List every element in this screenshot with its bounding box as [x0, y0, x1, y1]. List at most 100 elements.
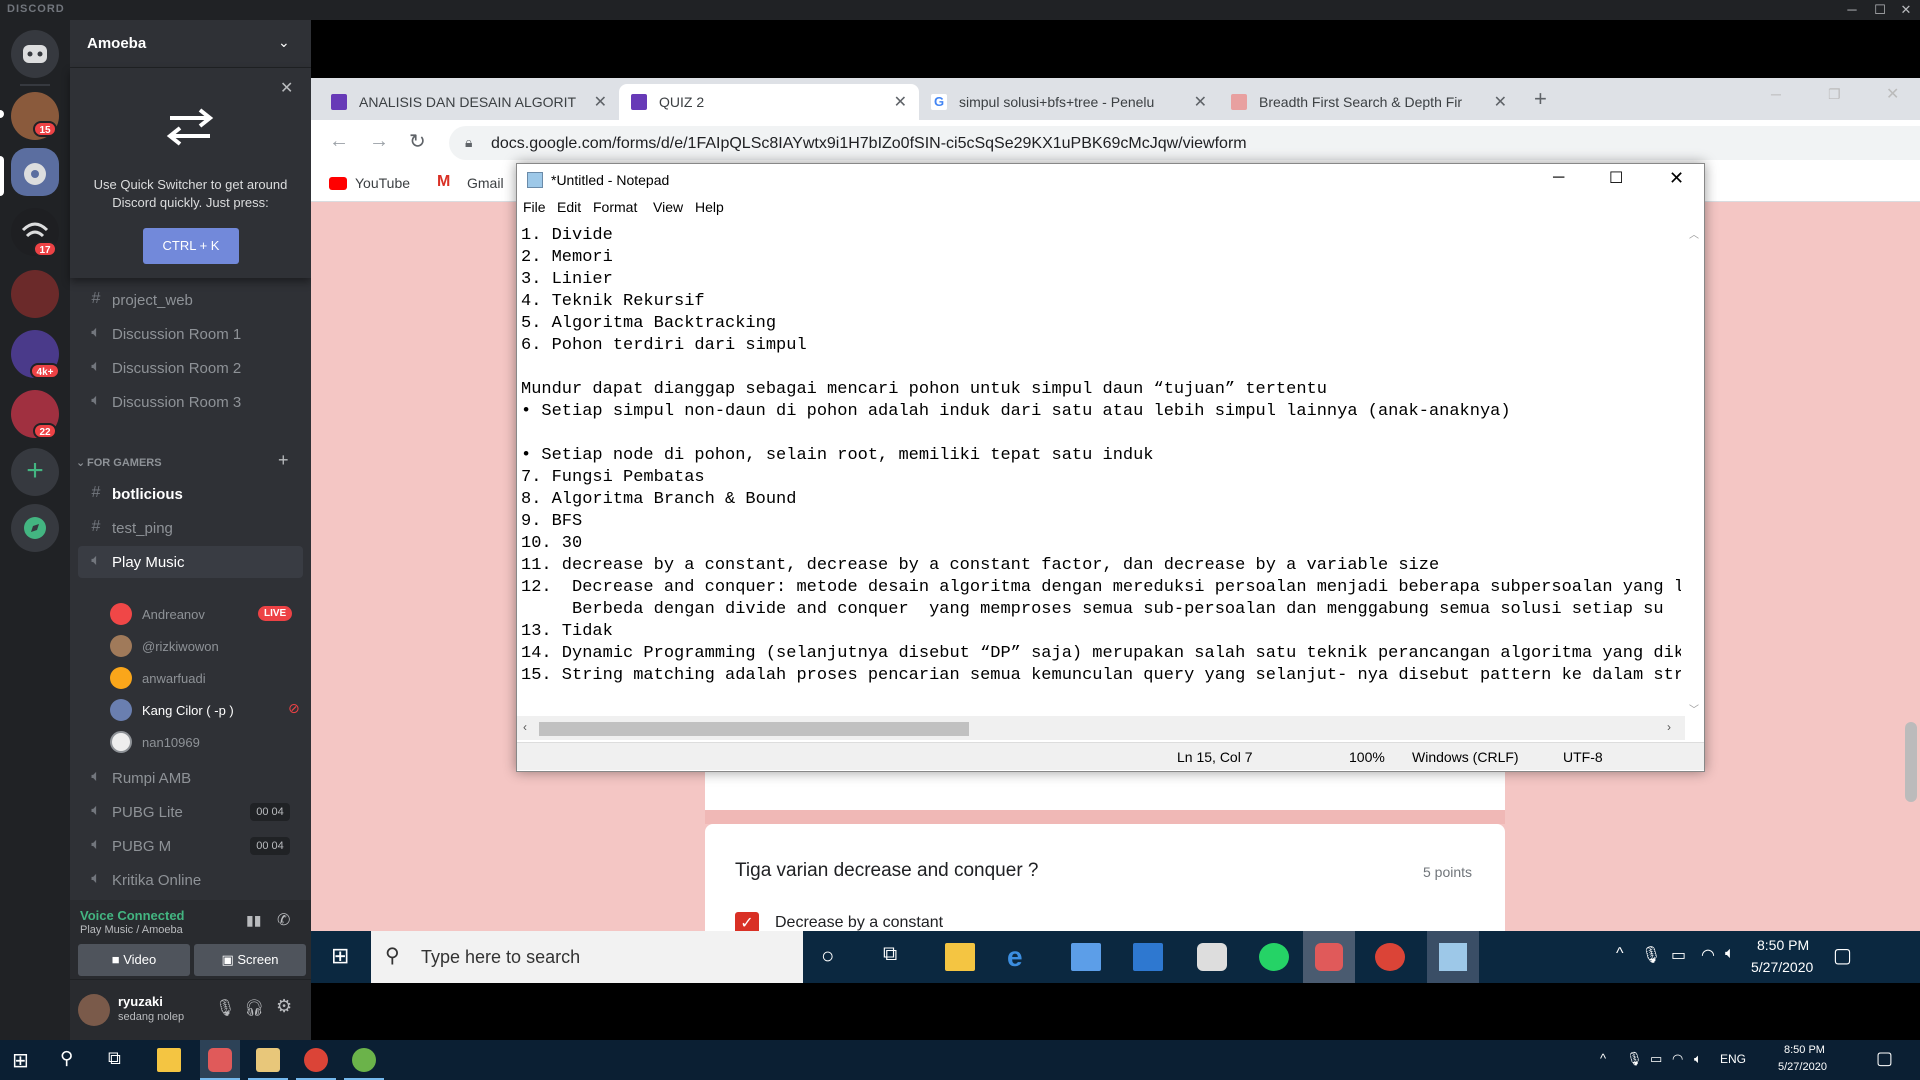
minimize-button[interactable]: ─ [1838, 0, 1866, 20]
taskbar-chrome[interactable] [296, 1040, 336, 1080]
volume-icon[interactable]: 🔈︎ [1694, 1051, 1702, 1067]
tray-chevron-icon[interactable]: ^ [1600, 1051, 1606, 1066]
voice-user[interactable]: Kang Cilor ( -p ) ⊘ [110, 696, 300, 724]
category-label[interactable]: FOR GAMERS [87, 457, 162, 469]
bookmark-gmail[interactable]: Gmail [467, 175, 504, 191]
channel-botlicious[interactable]: # botlicious [78, 478, 303, 510]
network-icon[interactable]: ◠ [1672, 1051, 1683, 1067]
server-header[interactable]: Amoeba ⌄ [70, 20, 311, 68]
disconnect-icon[interactable]: ✆ [277, 910, 290, 930]
reload-icon[interactable]: ↻ [409, 129, 426, 154]
bookmark-youtube[interactable]: YouTube [355, 175, 410, 191]
tab-quiz-2[interactable]: QUIZ 2 ✕ [619, 84, 919, 120]
notepad-close-icon[interactable]: ✕ [1669, 168, 1684, 189]
headphones-icon[interactable]: 🎧︎ [244, 998, 264, 1018]
voice-user[interactable]: nan10969 [110, 728, 300, 756]
notification-icon[interactable]: ▢ [1876, 1048, 1893, 1069]
avatar[interactable] [78, 994, 110, 1026]
back-icon[interactable]: ← [329, 130, 349, 153]
add-channel-icon[interactable]: + [278, 450, 289, 471]
taskbar-active-app[interactable] [1303, 931, 1355, 983]
wifi-icon[interactable]: ◠ [1701, 945, 1715, 965]
taskbar-notepad[interactable] [1427, 931, 1479, 983]
taskbar-date[interactable]: 5/27/2020 [1778, 1061, 1827, 1073]
screen-share-button[interactable]: ▣ Screen [194, 944, 306, 976]
voice-user[interactable]: @rizkiwowon [110, 632, 300, 660]
notepad-minimize-icon[interactable]: ─ [1553, 169, 1564, 187]
store-icon[interactable] [1071, 943, 1101, 971]
microphone-icon[interactable]: 🎙︎ [215, 998, 235, 1018]
notepad-text-area[interactable]: 1. Divide 2. Memori 3. Linier 4. Teknik … [521, 226, 1681, 716]
maximize-button[interactable]: ☐ [1866, 0, 1894, 20]
taskbar-search-box[interactable]: ⚲ Type here to search [371, 931, 803, 983]
edge-icon[interactable]: e [1007, 943, 1037, 971]
video-button[interactable]: ■ Video [78, 944, 190, 976]
language-indicator[interactable]: ENG [1720, 1052, 1746, 1066]
tab-bfs-dfs[interactable]: Breadth First Search & Depth Fir ✕ [1219, 84, 1519, 120]
shortcut-button[interactable]: CTRL + K [143, 228, 239, 264]
notepad-maximize-icon[interactable]: ☐ [1609, 168, 1623, 188]
close-icon[interactable]: ✕ [280, 78, 293, 98]
tray-chevron-icon[interactable]: ^ [1616, 945, 1624, 963]
channel-project-web[interactable]: # project_web [78, 284, 303, 316]
scrollbar-thumb[interactable] [539, 722, 969, 736]
tab-google-search[interactable]: G simpul solusi+bfs+tree - Penelu ✕ [919, 84, 1219, 120]
vertical-scrollbar[interactable]: ︿ ﹀ [1685, 226, 1703, 716]
close-tab-icon[interactable]: ✕ [1494, 92, 1507, 112]
battery-icon[interactable]: ▭ [1650, 1051, 1662, 1067]
battery-icon[interactable]: ▭ [1671, 945, 1686, 965]
notepad-title-bar[interactable]: *Untitled - Notepad ─ ☐ ✕ [517, 164, 1704, 196]
gear-icon[interactable]: ⚙ [276, 996, 292, 1017]
app-icon[interactable] [1197, 943, 1227, 971]
menu-help[interactable]: Help [695, 199, 724, 215]
channel-play-music[interactable]: 🔈︎ Play Music [78, 546, 303, 578]
explore-servers-button[interactable] [11, 504, 59, 552]
whatsapp-icon[interactable] [1259, 943, 1289, 971]
task-view-icon[interactable]: ⧉ [108, 1048, 121, 1069]
notification-icon[interactable]: ▢ [1833, 943, 1852, 968]
channel-discussion-room-3[interactable]: 🔈︎ Discussion Room 3 [78, 386, 303, 418]
channel-kritika-online[interactable]: 🔈︎ Kritika Online [78, 864, 303, 896]
voice-location[interactable]: Play Music / Amoeba [80, 924, 183, 936]
window-close-icon[interactable]: ✕ [1886, 84, 1899, 104]
mic-tray-icon[interactable]: 🎙︎ [1626, 1051, 1643, 1067]
new-tab-icon[interactable]: + [1534, 86, 1547, 112]
chrome-icon[interactable] [1375, 943, 1405, 971]
taskbar-date[interactable]: 5/27/2020 [1751, 959, 1813, 975]
noise-icon[interactable]: ▮▮ [246, 912, 261, 929]
taskbar-discord[interactable] [200, 1040, 240, 1080]
mail-icon[interactable] [1133, 943, 1163, 971]
tab-analisis[interactable]: ANALISIS DAN DESAIN ALGORIT ✕ [319, 84, 619, 120]
page-scrollbar[interactable] [1905, 722, 1917, 802]
channel-rumpi-amb[interactable]: 🔈︎ Rumpi AMB [78, 762, 303, 794]
close-tab-icon[interactable]: ✕ [594, 92, 607, 112]
voice-user[interactable]: Andreanov LIVE [110, 600, 300, 628]
file-explorer-icon[interactable] [945, 943, 975, 971]
volume-icon[interactable]: 🔈︎ [1725, 945, 1735, 963]
file-explorer-icon[interactable] [157, 1048, 181, 1072]
channel-test-ping[interactable]: # test_ping [78, 512, 303, 544]
scroll-right-icon[interactable]: › [1667, 720, 1671, 734]
scroll-left-icon[interactable]: ‹ [523, 720, 527, 734]
windows-start-icon[interactable]: ⊞ [331, 943, 349, 969]
close-tab-icon[interactable]: ✕ [1194, 92, 1207, 112]
guild-icon[interactable] [11, 270, 59, 318]
taskbar-app[interactable] [344, 1040, 384, 1080]
horizontal-scrollbar[interactable]: ‹ › [517, 716, 1685, 740]
scroll-up-icon[interactable]: ︿ [1689, 226, 1699, 241]
mic-tray-icon[interactable]: 🎙︎ [1641, 945, 1661, 965]
close-tab-icon[interactable]: ✕ [894, 92, 907, 112]
address-bar[interactable]: 🔒︎ docs.google.com/forms/d/e/1FAIpQLSc8I… [449, 126, 1920, 160]
menu-file[interactable]: File [523, 199, 546, 215]
forward-icon[interactable]: → [369, 130, 389, 153]
task-view-icon[interactable]: ⧉ [883, 943, 897, 966]
window-minimize-icon[interactable]: ─ [1771, 86, 1781, 102]
channel-discussion-room-1[interactable]: 🔈︎ Discussion Room 1 [78, 318, 303, 350]
close-button[interactable]: ✕ [1892, 0, 1920, 20]
windows-start-icon[interactable]: ⊞ [12, 1048, 29, 1073]
add-server-button[interactable]: + [11, 448, 59, 496]
menu-view[interactable]: View [653, 199, 683, 215]
scroll-down-icon[interactable]: ﹀ [1689, 701, 1699, 716]
search-icon[interactable]: ⚲ [60, 1048, 73, 1069]
taskbar-time[interactable]: 8:50 PM [1757, 937, 1809, 953]
